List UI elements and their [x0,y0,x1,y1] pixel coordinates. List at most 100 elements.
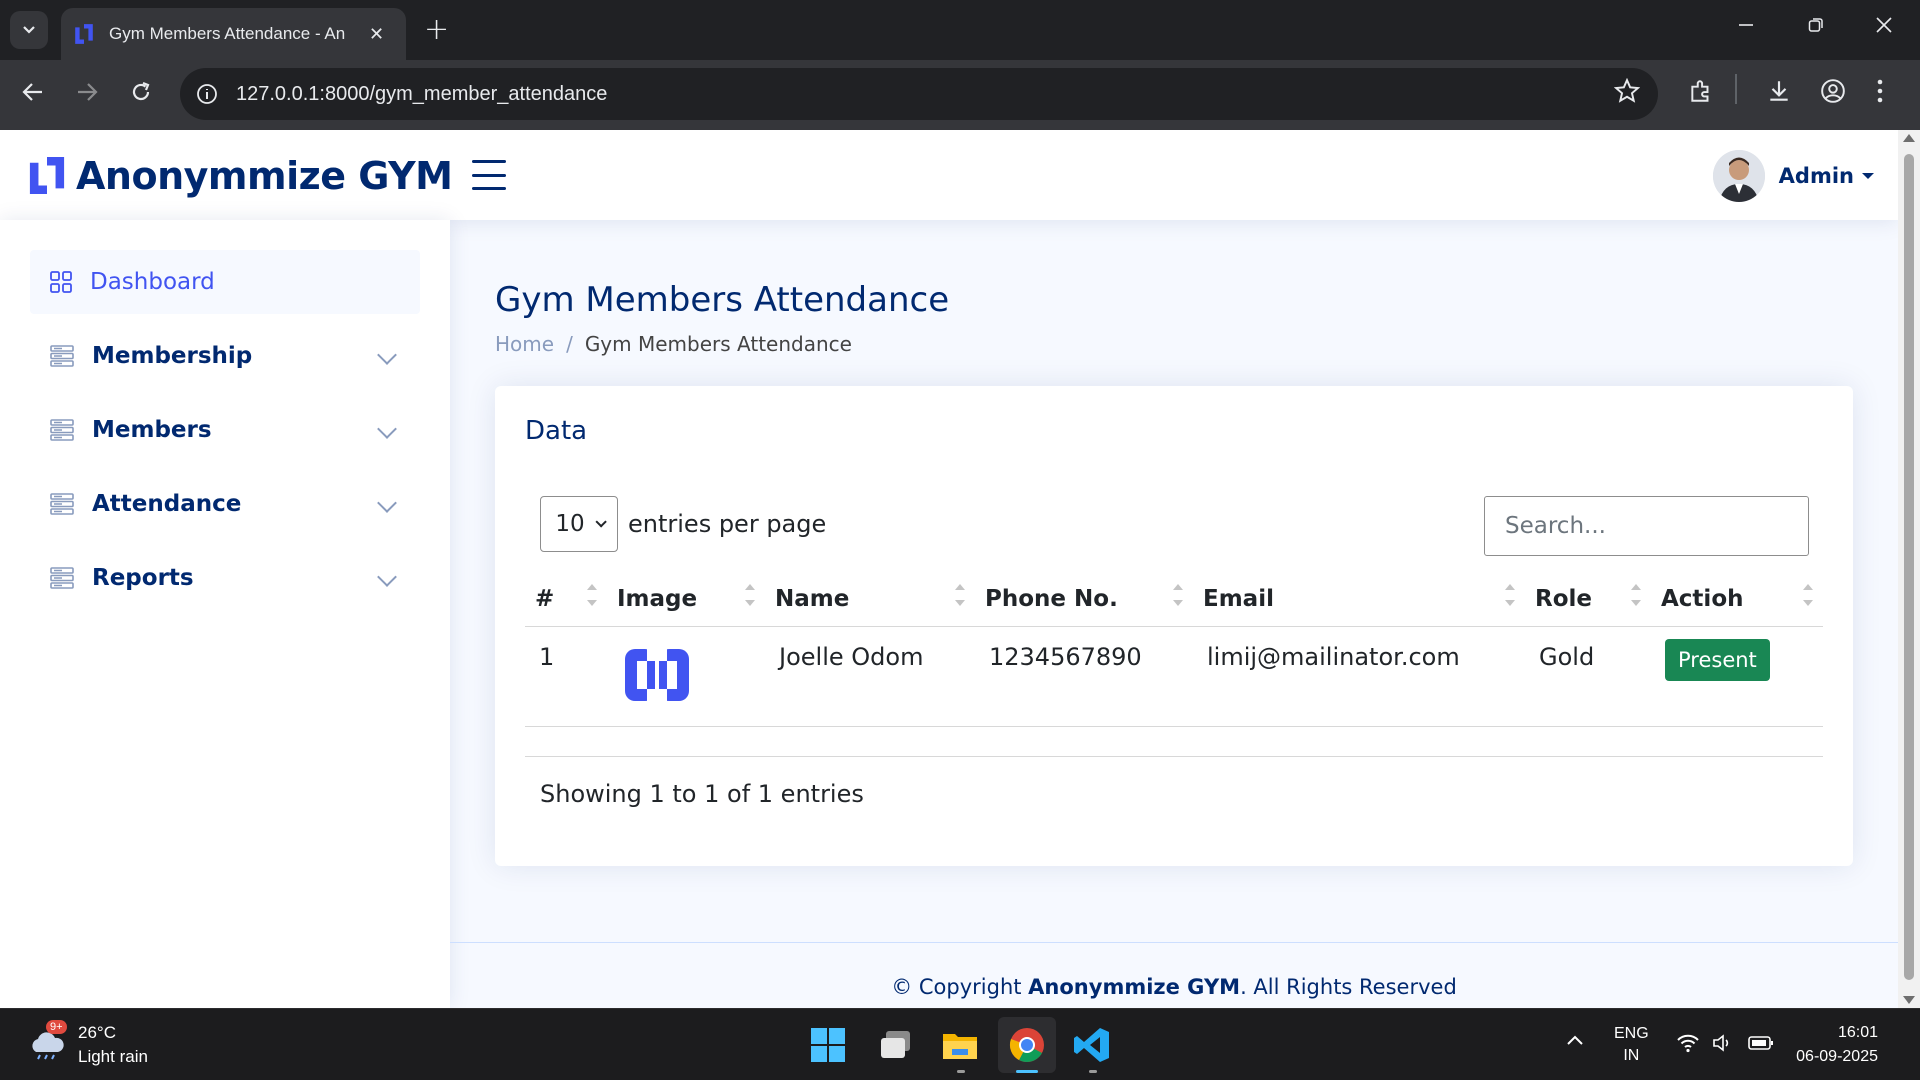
chevron-down-icon [377,345,397,365]
sidebar-item-label: Membership [92,343,253,369]
weather-badge: 9+ [46,1020,67,1034]
new-tab-button[interactable]: + [424,12,449,47]
tab-close-icon[interactable]: ✕ [369,24,384,45]
sort-icon [955,584,965,606]
user-name: Admin [1778,164,1854,188]
sidebar-item-dashboard[interactable]: Dashboard [30,250,420,314]
server-icon [50,419,74,441]
page-scrollbar[interactable] [1898,130,1920,1008]
file-explorer-icon[interactable] [940,1025,980,1065]
sidebar-item-attendance[interactable]: Attendance [30,472,420,536]
os-taskbar: 9+ 26°C Light rain ENG IN 16:01 06-09-20… [0,1008,1920,1080]
cell-name: Joelle Odom [765,626,975,727]
app-running-indicator [1089,1070,1097,1073]
minimize-icon[interactable] [1738,14,1754,38]
attendance-table: # Image Name Phone No. Email Role Actioh… [525,572,1823,727]
table-header-row: # Image Name Phone No. Email Role Actioh [525,572,1823,627]
column-header-email[interactable]: Email [1193,572,1525,627]
browser-menu-icon[interactable] [1876,78,1884,110]
url-text: 127.0.0.1:8000/gym_member_attendance [236,82,608,105]
column-header-phone[interactable]: Phone No. [975,572,1193,627]
table-row: 1 Joelle Odom 1234567890 limij@mailinato… [525,626,1823,727]
battery-icon[interactable] [1748,1034,1774,1057]
chevron-down-icon [377,493,397,513]
vscode-icon[interactable] [1072,1025,1112,1065]
sort-icon [1803,584,1813,606]
brand-logo[interactable]: Anonymmize GYM [28,154,453,198]
page-viewport: Anonymmize GYM Admin Dashboard Membershi… [0,130,1898,1008]
wifi-icon[interactable] [1676,1033,1700,1058]
chevron-down-icon [23,26,35,34]
reload-icon[interactable] [130,80,152,110]
toolbar-divider [1735,74,1737,104]
footer-brand: Anonymmize GYM [1028,975,1241,999]
scroll-thumb[interactable] [1904,154,1914,980]
sort-icon [1631,584,1641,606]
scroll-down-arrow-icon[interactable] [1903,996,1915,1004]
column-header-num[interactable]: # [525,572,607,627]
extensions-icon[interactable] [1688,78,1714,110]
sidebar-item-label: Dashboard [90,269,215,295]
page-title: Gym Members Attendance [495,280,950,320]
cell-role: Gold [1525,626,1651,727]
breadcrumb: Home / Gym Members Attendance [495,332,852,356]
sort-icon [587,584,597,606]
site-favicon-icon [75,24,93,44]
weather-temp: 26°C [78,1023,116,1042]
app-running-indicator [957,1070,965,1073]
cell-image [607,626,765,727]
table-info: Showing 1 to 1 of 1 entries [540,780,864,808]
clock[interactable]: 16:01 06-09-2025 [1796,1021,1878,1069]
user-profile-dropdown[interactable]: Admin [1712,150,1874,202]
server-icon [50,567,74,589]
data-card: Data 10 entries per page # Image Name [495,386,1853,866]
sort-icon [745,584,755,606]
site-info-icon[interactable] [196,83,218,105]
column-header-role[interactable]: Role [1525,572,1651,627]
server-icon [50,493,74,515]
app-header: Anonymmize GYM Admin [0,130,1898,220]
tray-overflow-chevron-icon[interactable] [1566,1033,1584,1051]
sidebar-item-reports[interactable]: Reports [30,546,420,610]
tab-search-button[interactable] [10,11,48,49]
present-button[interactable]: Present [1665,638,1770,681]
browser-tab[interactable]: Gym Members Attendance - An ✕ [61,8,406,60]
sidebar-toggle-icon[interactable] [472,160,506,190]
sidebar-item-membership[interactable]: Membership [30,324,420,388]
bookmark-star-icon[interactable] [1613,77,1641,111]
breadcrumb-separator: / [566,332,573,356]
chrome-icon[interactable] [1007,1025,1047,1065]
per-page-label: entries per page [628,510,827,538]
table-footer-divider [525,756,1823,757]
member-photo [625,642,689,707]
column-header-name[interactable]: Name [765,572,975,627]
brand-logo-icon [29,157,65,195]
address-bar[interactable]: 127.0.0.1:8000/gym_member_attendance [180,68,1658,120]
forward-arrow-icon[interactable] [76,80,98,110]
profile-icon[interactable] [1820,78,1846,110]
chevron-down-icon [377,567,397,587]
search-input[interactable] [1484,496,1809,556]
chevron-down-icon [377,419,397,439]
language-indicator[interactable]: ENG IN [1614,1023,1649,1067]
scroll-up-arrow-icon[interactable] [1903,134,1915,142]
cell-num: 1 [525,626,607,727]
sort-icon [1173,584,1183,606]
column-header-action[interactable]: Actioh [1651,572,1823,627]
column-header-image[interactable]: Image [607,572,765,627]
sidebar-item-members[interactable]: Members [30,398,420,462]
task-view-icon[interactable] [876,1025,916,1065]
brand-name: Anonymmize GYM [76,154,453,198]
windows-start-icon[interactable] [808,1025,848,1065]
breadcrumb-home-link[interactable]: Home [495,332,554,356]
sidebar-item-label: Reports [92,565,194,591]
close-window-icon[interactable] [1876,14,1892,38]
download-icon[interactable] [1766,78,1792,110]
back-arrow-icon[interactable] [22,80,44,110]
restore-icon[interactable] [1808,14,1824,38]
weather-widget[interactable]: 9+ 26°C Light rain [28,1020,148,1069]
volume-icon[interactable] [1712,1033,1734,1058]
sidebar-item-label: Attendance [92,491,242,517]
per-page-select[interactable]: 10 [540,496,618,552]
browser-tab-bar: Gym Members Attendance - An ✕ + [0,0,1920,60]
